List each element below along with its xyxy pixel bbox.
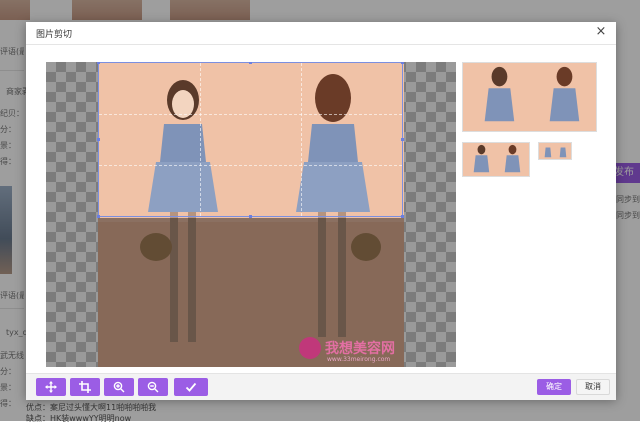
watermark-text: 我想美容网 <box>325 341 395 357</box>
cancel-button[interactable]: 取消 <box>576 379 610 395</box>
crop-guide-line <box>199 63 201 216</box>
crop-guide-line <box>99 113 402 115</box>
close-icon: × <box>595 24 607 39</box>
crop-handle[interactable] <box>97 62 100 64</box>
crop-canvas[interactable]: 我想美容网 www.33meirong.com <box>46 62 456 367</box>
move-icon <box>45 381 57 393</box>
crop-guide-line <box>300 63 302 216</box>
zoom-out-icon <box>147 381 159 393</box>
preview-small <box>538 142 572 160</box>
preview-large <box>462 62 597 132</box>
crop-guide-line <box>99 164 402 166</box>
close-button[interactable]: × <box>594 25 608 39</box>
crop-selection-box[interactable] <box>97 62 404 218</box>
zoom-in-icon <box>113 381 125 393</box>
crop-handle[interactable] <box>401 138 404 141</box>
zoom-in-button[interactable] <box>104 378 134 396</box>
move-button[interactable] <box>36 378 66 396</box>
apply-crop-button[interactable] <box>174 378 208 396</box>
dialog-header: 图片剪切 × <box>26 22 616 45</box>
crop-handle[interactable] <box>249 215 252 218</box>
dialog-title: 图片剪切 <box>36 30 73 40</box>
crop-handle[interactable] <box>249 62 252 64</box>
image-crop-dialog: 图片剪切 × 我想美容网 www.33meirong.com 确定 取消 <box>26 22 616 400</box>
preview-medium <box>462 142 530 177</box>
crop-handle[interactable] <box>97 138 100 141</box>
confirm-button[interactable]: 确定 <box>537 379 571 395</box>
crop-icon <box>79 381 91 393</box>
check-icon <box>185 382 197 392</box>
watermark-logo-icon <box>299 337 321 359</box>
crop-handle[interactable] <box>401 62 404 64</box>
watermark-url: www.33meirong.com <box>327 356 391 363</box>
crop-handle[interactable] <box>401 215 404 218</box>
crop-button[interactable] <box>70 378 100 396</box>
zoom-out-button[interactable] <box>138 378 168 396</box>
dialog-footer: 确定 取消 <box>26 373 616 400</box>
crop-handle[interactable] <box>97 215 100 218</box>
site-watermark: 我想美容网 www.33meirong.com <box>299 332 395 364</box>
